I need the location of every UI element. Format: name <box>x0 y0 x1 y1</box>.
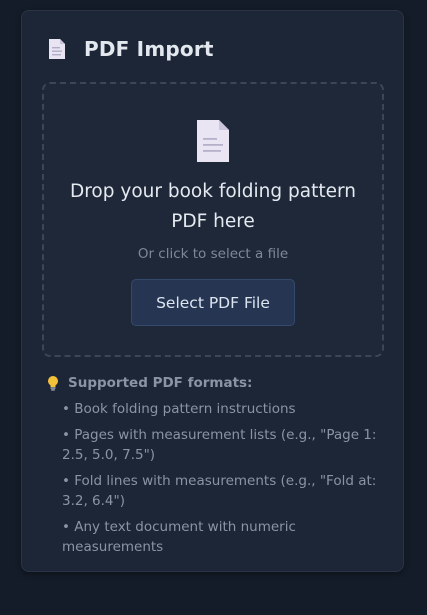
list-item: • Pages with measurement lists (e.g., "P… <box>62 427 377 463</box>
dropzone-title: Drop your book folding pattern PDF here <box>69 181 357 232</box>
document-icon <box>195 118 231 164</box>
formats-heading: Supported PDF formats: <box>46 373 396 393</box>
panel-header: PDF Import <box>48 37 214 61</box>
select-pdf-button[interactable]: Select PDF File <box>131 279 295 326</box>
list-item: • Fold lines with measurements (e.g., "F… <box>62 473 377 509</box>
lightbulb-icon <box>46 375 60 391</box>
pdf-import-panel: PDF Import Drop your book folding patter… <box>21 10 404 572</box>
list-item: • Book folding pattern instructions <box>62 401 296 417</box>
supported-formats: Supported PDF formats: • Book folding pa… <box>46 373 396 563</box>
panel-title: PDF Import <box>84 37 214 61</box>
formats-heading-label: Supported PDF formats: <box>68 375 253 391</box>
dropzone-subtitle: Or click to select a file <box>137 246 289 262</box>
pdf-dropzone[interactable]: Drop your book folding pattern PDF here … <box>42 82 384 357</box>
formats-list: • Book folding pattern instructions • Pa… <box>46 399 396 557</box>
list-item: • Any text document with numeric measure… <box>62 519 296 555</box>
document-icon <box>48 38 66 60</box>
